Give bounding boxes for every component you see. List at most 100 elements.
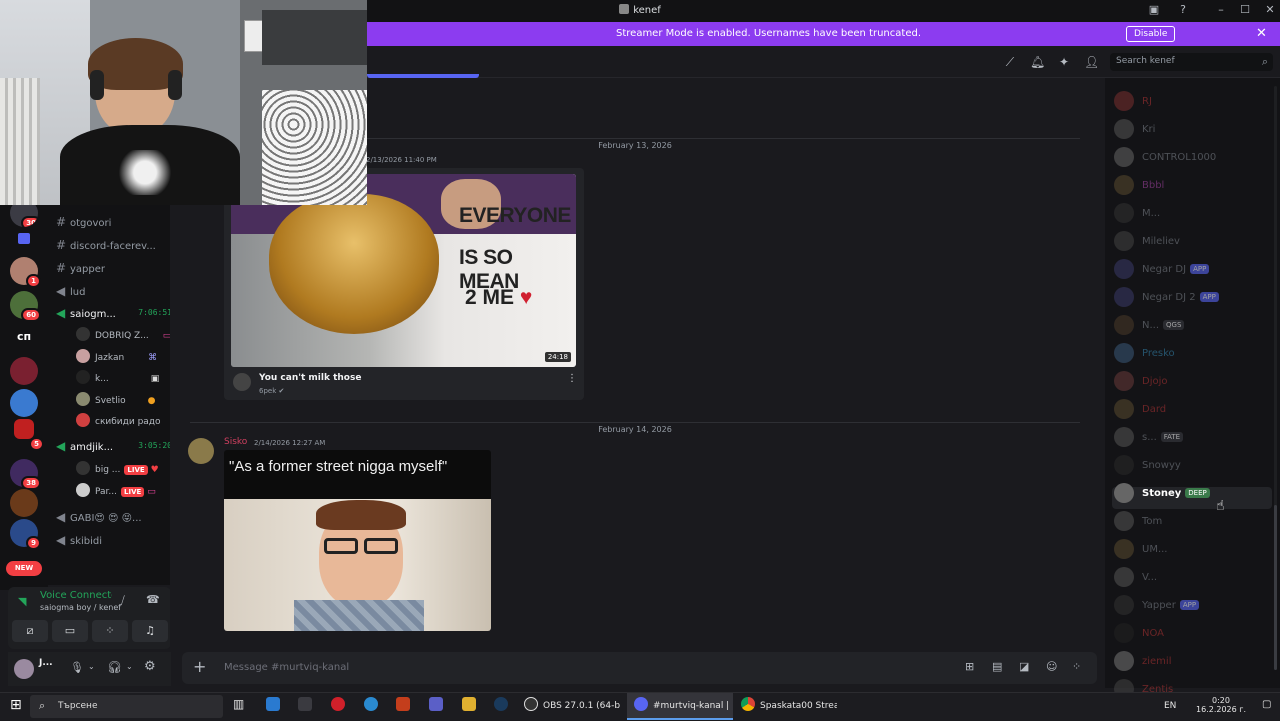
text-channel[interactable]: # discord-facerev...: [56, 238, 156, 258]
voice-location[interactable]: saiogma boy / kenef: [40, 603, 121, 612]
powerpoint-icon[interactable]: [396, 697, 415, 717]
voice-user[interactable]: k... ▣: [76, 370, 159, 388]
message-composer[interactable]: + Message #murtviq-kanal ⊞ ▤ ◪ ☺ ⁘: [182, 652, 1097, 684]
disconnect-icon[interactable]: ☎: [146, 593, 160, 606]
bell-icon[interactable]: 🔔︎: [1030, 55, 1045, 69]
member-item[interactable]: Snowyy: [1114, 455, 1181, 477]
text-channel[interactable]: # otgovori: [56, 215, 111, 235]
close-window-icon[interactable]: ✕: [1262, 3, 1278, 16]
inbox-icon[interactable]: ▣: [1146, 3, 1162, 16]
notification-icon[interactable]: ▢: [1262, 699, 1271, 719]
more-options-icon[interactable]: ⋮: [567, 373, 577, 384]
sticker-icon[interactable]: ◪: [1019, 660, 1029, 673]
vscode-icon[interactable]: [266, 697, 285, 717]
scrollbar-thumb[interactable]: [1274, 505, 1277, 670]
member-item[interactable]: Djojo: [1114, 371, 1168, 393]
server-avatar[interactable]: [10, 357, 38, 385]
member-item[interactable]: Bbbl: [1114, 175, 1164, 197]
app-icon[interactable]: [364, 697, 383, 717]
member-item[interactable]: UM...: [1114, 539, 1167, 561]
member-item[interactable]: N... QGS: [1114, 315, 1185, 337]
author-avatar[interactable]: [188, 438, 214, 464]
language-indicator[interactable]: EN: [1164, 701, 1176, 721]
disable-button[interactable]: Disable: [1126, 26, 1176, 42]
soundboard-button[interactable]: ♫: [132, 620, 168, 642]
voice-user[interactable]: Jazkan ⌘: [76, 349, 157, 367]
text-channel[interactable]: # yapper: [56, 261, 105, 281]
member-item[interactable]: CONTROL1000: [1114, 147, 1216, 169]
member-item[interactable]: Yapper APP: [1114, 595, 1200, 617]
threads-icon[interactable]: ⟋: [1003, 55, 1017, 69]
minimize-icon[interactable]: –: [1213, 3, 1229, 16]
member-item[interactable]: Negar DJ APP: [1114, 259, 1210, 281]
server-avatar[interactable]: [14, 419, 34, 439]
text-channel[interactable]: ◀ lud: [56, 284, 85, 304]
meme-image[interactable]: "As a former street nigga myself": [224, 450, 491, 631]
member-item[interactable]: V...: [1114, 567, 1157, 589]
username[interactable]: J...: [39, 658, 53, 668]
steam-icon[interactable]: [494, 697, 513, 717]
chevron-down-icon[interactable]: ⌄: [88, 662, 95, 671]
avatar[interactable]: [14, 659, 34, 679]
voice-user[interactable]: DOBRIQ Z... ▭: [76, 327, 171, 345]
message-input[interactable]: Message #murtviq-kanal: [224, 662, 349, 673]
member-item[interactable]: Kri: [1114, 119, 1155, 141]
search-input[interactable]: Search kenef ⌕: [1110, 53, 1273, 71]
voice-channel[interactable]: ◀ saiogm... 7:06:51: [56, 306, 174, 326]
edge-icon[interactable]: [298, 697, 317, 717]
taskbar-search[interactable]: ⌕ Търсене: [30, 695, 223, 718]
gear-icon[interactable]: ⚙: [144, 659, 156, 674]
member-item[interactable]: M...: [1114, 203, 1160, 225]
opera-icon[interactable]: [331, 697, 350, 717]
activities-button[interactable]: ⁘: [92, 620, 128, 642]
member-item[interactable]: ziemil: [1114, 651, 1171, 673]
server-avatar[interactable]: [10, 489, 38, 517]
taskbar-app-obs[interactable]: OBS 27.0.1 (64-bit, ...: [524, 697, 620, 717]
member-item[interactable]: Mileliev: [1114, 231, 1180, 253]
teams-icon[interactable]: [429, 697, 448, 717]
taskbar-app-chrome[interactable]: Spaskata00 Stream ...: [741, 697, 837, 717]
noise-suppression-icon[interactable]: ⧸: [121, 594, 125, 608]
video-channel[interactable]: 6pek ✔: [259, 387, 284, 395]
member-item[interactable]: Dard: [1114, 399, 1166, 421]
voice-user[interactable]: Par... LIVE ▭: [76, 483, 156, 501]
channel-avatar[interactable]: [233, 373, 251, 391]
member-item[interactable]: Negar DJ 2 APP: [1114, 287, 1219, 309]
screen-share-button[interactable]: ▭: [52, 620, 88, 642]
add-attachment-icon[interactable]: +: [193, 658, 206, 676]
member-item[interactable]: RJ: [1114, 91, 1152, 113]
gift-icon[interactable]: ⊞: [965, 660, 974, 673]
member-item[interactable]: Presko: [1114, 343, 1175, 365]
emoji-icon[interactable]: ☺: [1046, 660, 1057, 673]
server-avatar[interactable]: [10, 389, 38, 417]
member-item[interactable]: s... FATE: [1114, 427, 1184, 449]
voice-channel[interactable]: ◀ amdjik... 3:05:20: [56, 439, 174, 459]
voice-channel[interactable]: ◀ GABI😍 😍 😝...: [56, 510, 142, 530]
task-view-icon[interactable]: ▥: [233, 697, 244, 717]
server-avatar[interactable]: 9: [10, 519, 41, 550]
camera-off-button[interactable]: ⧄: [12, 620, 48, 642]
members-icon[interactable]: 👤︎: [1084, 55, 1099, 69]
taskbar-app-discord[interactable]: #murtviq-kanal | ke...: [634, 697, 730, 717]
server-avatar[interactable]: 1: [10, 257, 41, 288]
server-text-avatar[interactable]: сп: [10, 323, 38, 351]
windows-start-icon[interactable]: ⊞: [10, 697, 22, 717]
member-item[interactable]: Stoney DEEP: [1114, 483, 1210, 505]
voice-status[interactable]: Voice Connected: [40, 590, 112, 601]
close-banner-icon[interactable]: ✕: [1256, 26, 1267, 41]
member-item[interactable]: Tom: [1114, 511, 1162, 533]
voice-user[interactable]: скибиди радо: [76, 413, 161, 431]
microphone-icon[interactable]: 🎙︎: [70, 661, 84, 674]
gif-icon[interactable]: ▤: [992, 660, 1002, 673]
member-item[interactable]: NOA: [1114, 623, 1164, 645]
voice-user[interactable]: Svetlio ●: [76, 392, 155, 410]
clock[interactable]: 0:20 16.2.2026 г.: [1196, 696, 1246, 714]
apps-icon[interactable]: ⁘: [1072, 660, 1081, 673]
chevron-down-icon[interactable]: ⌄: [126, 662, 133, 671]
folder-icon[interactable]: [18, 233, 30, 244]
server-avatar[interactable]: 60: [10, 291, 41, 322]
video-title[interactable]: You can't milk those: [259, 373, 361, 383]
headphones-icon[interactable]: 🎧︎: [107, 660, 122, 674]
new-badge[interactable]: NEW: [6, 561, 42, 576]
maximize-icon[interactable]: ☐: [1237, 3, 1253, 16]
